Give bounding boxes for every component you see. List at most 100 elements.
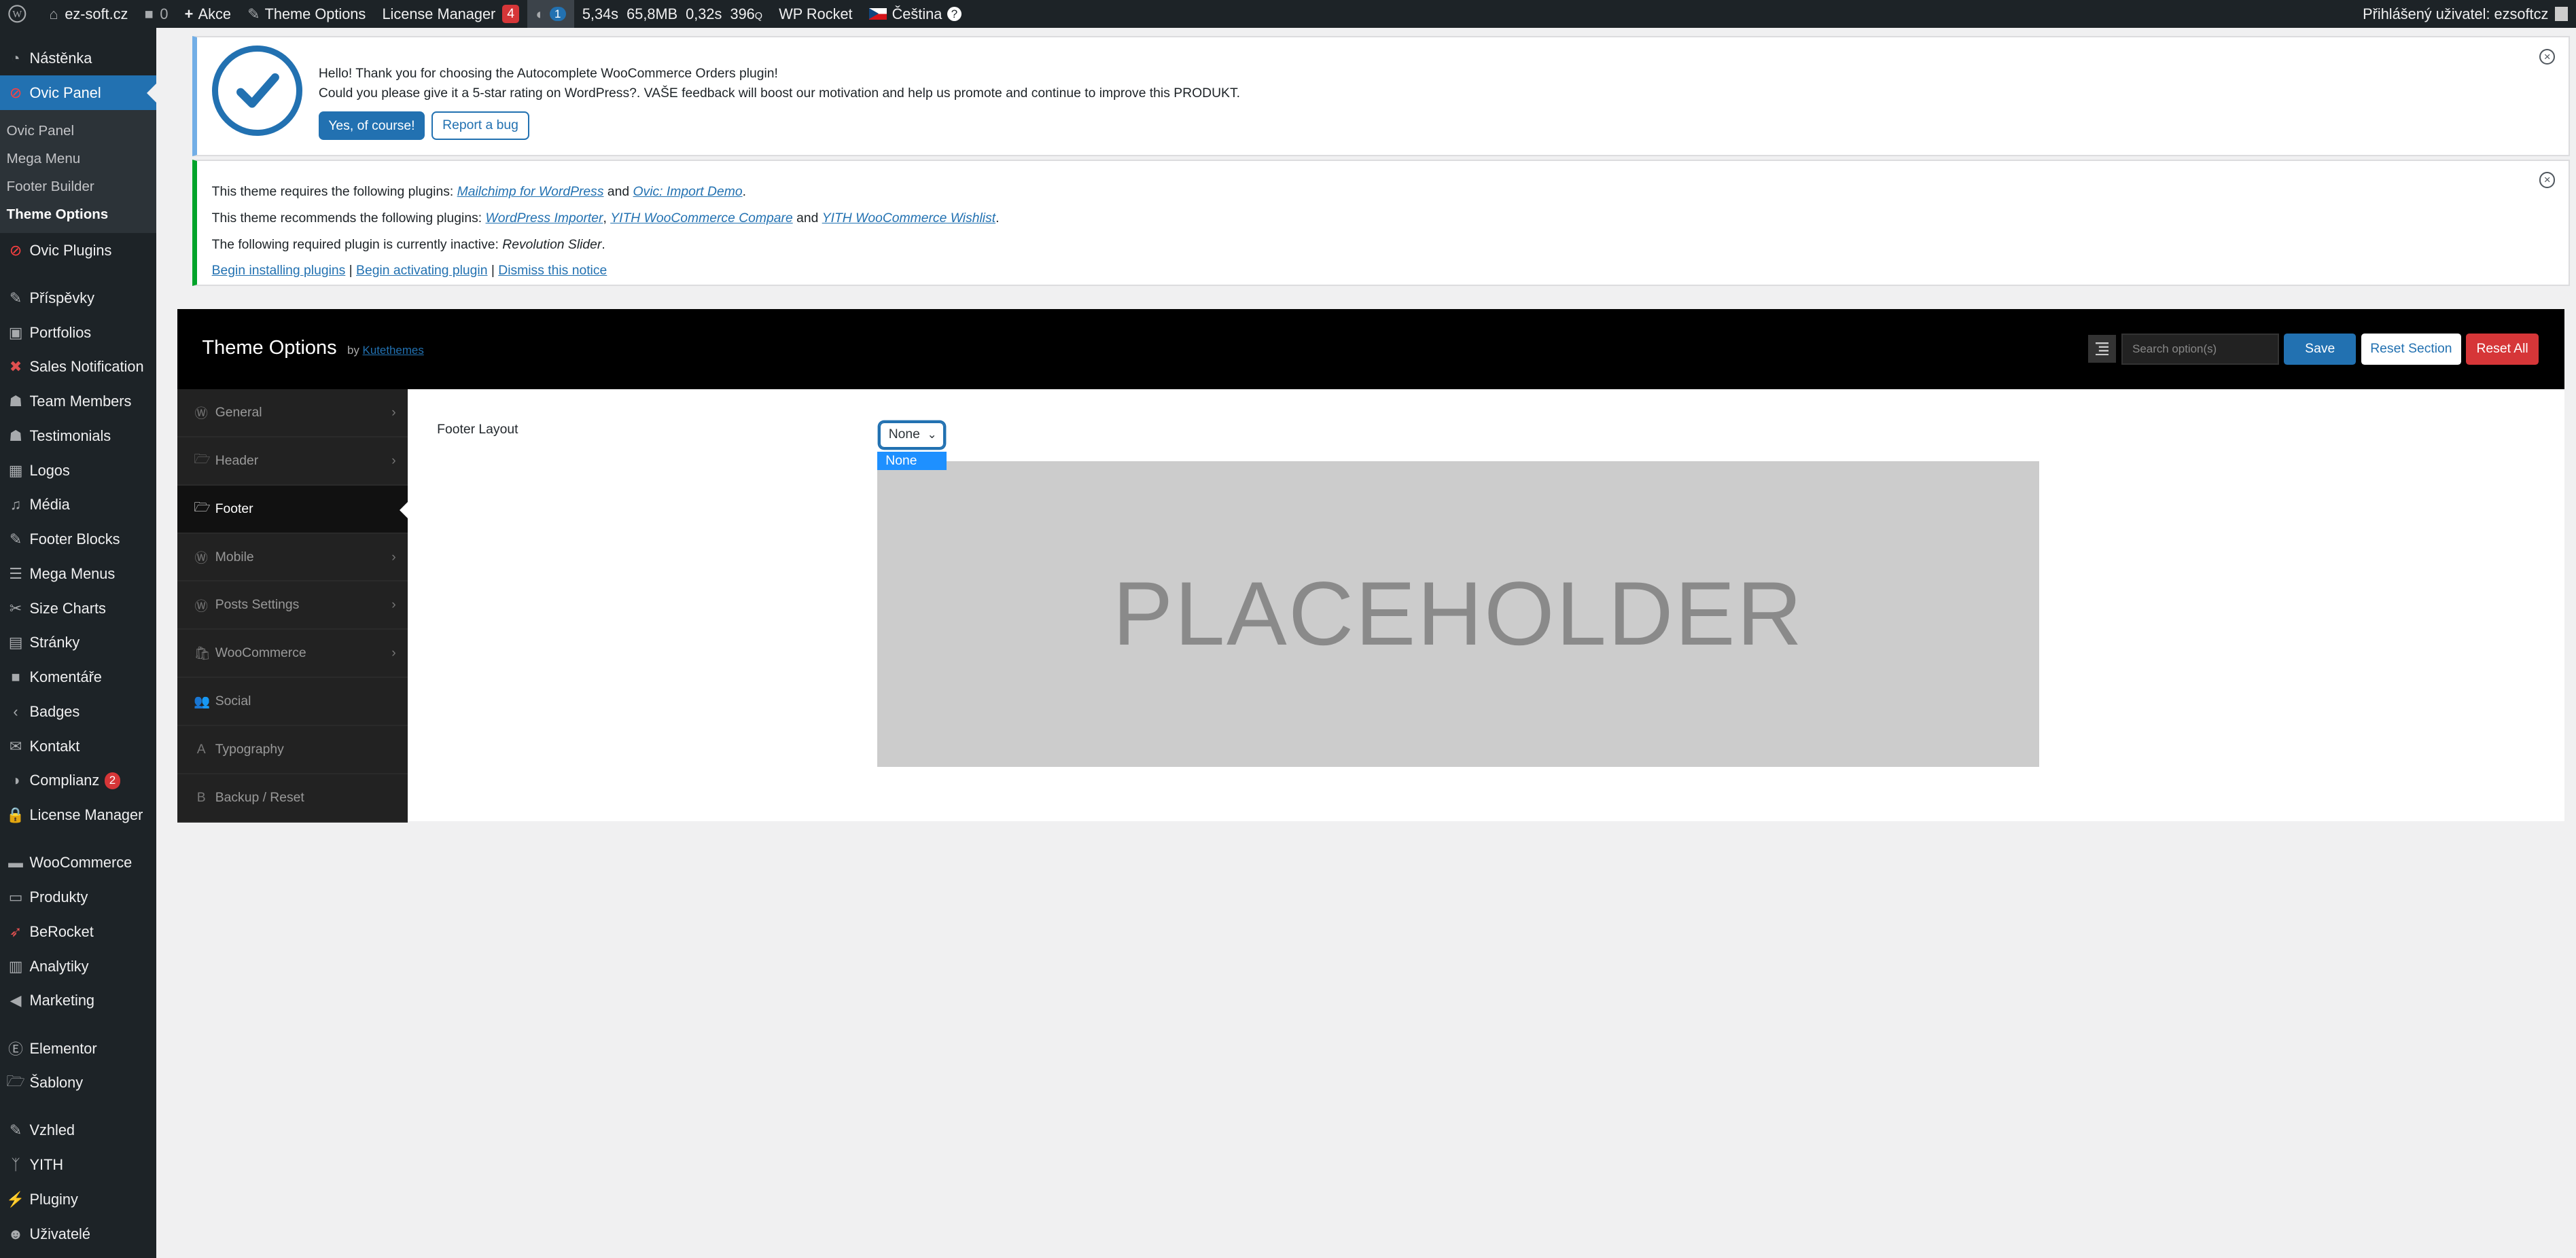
menu-appearance[interactable]: ✎ Vzhled [0, 1113, 156, 1148]
comment-icon: ■ [11, 668, 20, 686]
plugin-link-mailchimp[interactable]: Mailchimp for WordPress [457, 184, 604, 199]
badge-icon: ‹ [13, 702, 18, 720]
home-icon: ⌂ [49, 5, 58, 22]
chevron-right-icon: › [391, 549, 396, 564]
menu-berocket[interactable]: ➶ BeRocket [0, 915, 156, 950]
rate-yes-button[interactable]: Yes, of course! [318, 111, 425, 141]
comment-bubble-icon: ■ [144, 5, 154, 22]
search-options-input[interactable]: Search option(s) [2121, 333, 2279, 365]
rocket-icon: ➶ [9, 922, 22, 940]
chevron-right-icon: › [391, 597, 396, 613]
expand-list-icon[interactable] [2088, 335, 2117, 363]
begin-activating-link[interactable]: Begin activating plugin [356, 263, 487, 278]
wordpress-logo-icon[interactable]: W [0, 0, 41, 28]
media-icon: ♫ [10, 496, 22, 514]
dismiss-notice-link[interactable]: Dismiss this notice [498, 263, 607, 278]
nav-backup-reset[interactable]: B Backup / Reset [177, 774, 408, 823]
plugin-link-wordpress-importer[interactable]: WordPress Importer [486, 211, 603, 226]
menu-analytics[interactable]: ▥ Analytiky [0, 949, 156, 984]
performance-stats[interactable]: 5,34s 65,8MB 0,32s 396Q [574, 0, 771, 28]
brush-icon: ✎ [247, 5, 260, 22]
nav-woocommerce[interactable]: 🛍 WooCommerce › [177, 630, 408, 679]
menu-complianz[interactable]: ◑ Complianz 2 [0, 763, 156, 798]
dismiss-notice-icon[interactable]: × [2539, 172, 2556, 188]
footer-layout-label: Footer Layout [437, 422, 518, 437]
menu-comments[interactable]: ■ Komentáře [0, 660, 156, 695]
menu-elementor[interactable]: Ⓔ Elementor [0, 1031, 156, 1066]
menu-templates[interactable]: 🗁 Šablony [0, 1066, 156, 1100]
submenu-mega-menu[interactable]: Mega Menu [0, 145, 156, 173]
menu-products[interactable]: ▭ Produkty [0, 880, 156, 915]
submenu-ovic-panel[interactable]: Ovic Panel [0, 117, 156, 145]
menu-media[interactable]: ♫ Média [0, 488, 156, 522]
elementor-icon: Ⓔ [8, 1041, 23, 1058]
help-icon: ? [947, 6, 962, 22]
menu-ovic-plugins[interactable]: ⊘ Ovic Plugins [0, 233, 156, 268]
nav-footer[interactable]: 🗁 Footer [177, 485, 408, 534]
dismiss-notice-icon[interactable]: × [2539, 49, 2556, 65]
begin-installing-link[interactable]: Begin installing plugins [212, 263, 346, 278]
menu-license-manager[interactable]: 🔒 License Manager [0, 798, 156, 833]
folder-open-icon: 🗁 [194, 499, 211, 515]
menu-size-charts[interactable]: ✂ Size Charts [0, 591, 156, 626]
menu-plugins[interactable]: ⚡ Pluginy [0, 1183, 156, 1217]
menu-pages[interactable]: ▤ Stránky [0, 626, 156, 660]
query-monitor-link[interactable]: ◐ 1 [527, 0, 574, 29]
nav-posts-settings[interactable]: Ⓦ Posts Settings › [177, 581, 408, 630]
megaphone-icon: ◀ [10, 992, 22, 1009]
menu-sales-notification[interactable]: ✖ Sales Notification [0, 350, 156, 384]
woocommerce-icon: ▬ [8, 854, 23, 871]
menu-users[interactable]: ☻ Uživatelé [0, 1217, 156, 1251]
wp-rocket-menu[interactable]: WP Rocket [771, 0, 861, 28]
inactive-plugin-line: The following required plugin is current… [211, 236, 605, 252]
report-bug-button[interactable]: Report a bug [431, 111, 530, 141]
wordpress-icon: Ⓦ [194, 598, 208, 614]
menu-marketing[interactable]: ◀ Marketing [0, 984, 156, 1018]
notice-actions: Begin installing plugins | Begin activat… [211, 263, 607, 278]
folder-open-icon: 🗁 [194, 451, 211, 467]
menu-logos[interactable]: ▦ Logos [0, 453, 156, 488]
bold-icon: B [196, 789, 206, 805]
nav-typography[interactable]: A Typography [177, 726, 408, 774]
menu-footer-blocks[interactable]: ✎ Footer Blocks [0, 522, 156, 557]
new-content-menu[interactable]: + Akce [177, 0, 239, 28]
menu-portfolios[interactable]: ▣ Portfolios [0, 315, 156, 350]
plugin-link-yith-compare[interactable]: YITH WooCommerce Compare [610, 211, 793, 226]
author-link[interactable]: Kutethemes [363, 344, 424, 357]
license-manager-link[interactable]: License Manager 4 [374, 0, 527, 28]
comments-link[interactable]: ■ 0 [136, 0, 176, 28]
wordpress-icon: Ⓦ [194, 406, 208, 422]
submenu-footer-builder[interactable]: Footer Builder [0, 173, 156, 200]
submenu-theme-options[interactable]: Theme Options [0, 200, 156, 228]
save-button[interactable]: Save [2284, 333, 2357, 365]
menu-mega-menus[interactable]: ☰ Mega Menus [0, 557, 156, 592]
language-switcher[interactable]: Čeština ? [861, 0, 970, 28]
menu-yith[interactable]: ᛉ YITH [0, 1148, 156, 1183]
menu-badges[interactable]: ‹ Badges [0, 695, 156, 730]
menu-posts[interactable]: ✎ Příspěvky [0, 281, 156, 315]
plugin-link-ovic-import[interactable]: Ovic: Import Demo [633, 184, 743, 199]
reset-section-button[interactable]: Reset Section [2361, 333, 2462, 365]
menu-dashboard[interactable]: ◔ Nástěnka [0, 41, 156, 75]
bar-chart-icon: ▥ [8, 957, 23, 975]
plugin-icon: ⚡ [6, 1190, 25, 1208]
image-icon: ▣ [8, 323, 23, 341]
menu-ovic-panel[interactable]: ⊘ Ovic Panel [0, 75, 156, 110]
nav-social[interactable]: 👥 Social [177, 678, 408, 726]
theme-options-link[interactable]: ✎ Theme Options [239, 0, 374, 28]
admin-sidebar: ◔ Nástěnka ⊘ Ovic Panel Ovic Panel Mega … [0, 28, 156, 1258]
menu-team-members[interactable]: ☗ Team Members [0, 384, 156, 419]
my-account-menu[interactable]: Přihlášený uživatel: ezsoftcz [2354, 0, 2576, 28]
menu-testimonials[interactable]: ☗ Testimonials [0, 418, 156, 453]
nav-mobile[interactable]: Ⓦ Mobile › [177, 534, 408, 582]
reset-all-button[interactable]: Reset All [2466, 333, 2539, 365]
nav-header[interactable]: 🗁 Header › [177, 437, 408, 486]
site-name-link[interactable]: ⌂ ez-soft.cz [41, 0, 136, 28]
dropdown-option-none[interactable]: None [877, 451, 947, 470]
plugin-link-yith-wishlist[interactable]: YITH WooCommerce Wishlist [822, 211, 995, 226]
footer-layout-select[interactable]: None ⌄ [879, 422, 945, 449]
menu-contact[interactable]: ✉ Kontakt [0, 729, 156, 763]
nav-general[interactable]: Ⓦ General › [177, 389, 408, 437]
folder-icon: 🗁 [6, 1072, 25, 1090]
menu-woocommerce[interactable]: ▬ WooCommerce [0, 846, 156, 880]
